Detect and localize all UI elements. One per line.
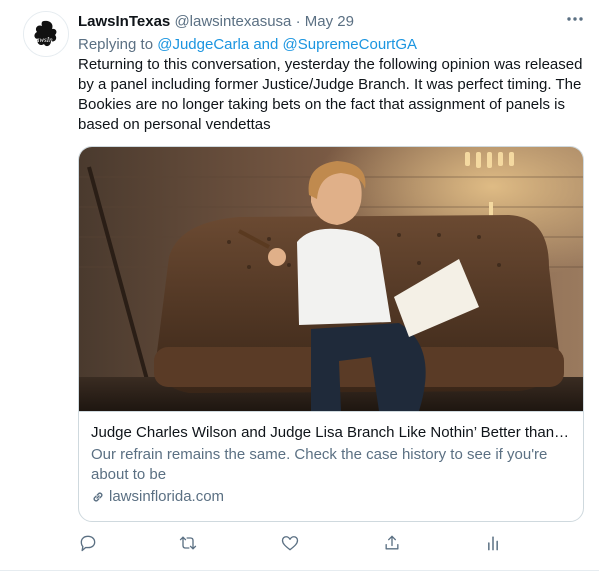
tweet-text-line: by a panel including former Justice/Judg… — [78, 76, 582, 93]
replying-conjunction[interactable]: and — [249, 36, 282, 53]
display-name[interactable]: LawsInTexas — [78, 13, 170, 30]
link-card[interactable]: Judge Charles Wilson and Judge Lisa Bran… — [78, 146, 584, 522]
svg-text:LawsIn: LawsIn — [31, 36, 53, 44]
reply-button[interactable] — [76, 531, 100, 555]
heart-icon — [281, 536, 299, 551]
card-domain: lawsinflorida.com — [91, 487, 575, 507]
card-title[interactable]: Judge Charles Wilson and Judge Lisa Bran… — [91, 423, 571, 443]
retweet-icon — [179, 536, 197, 550]
mention-judgecarla[interactable]: @JudgeCarla — [157, 36, 249, 53]
link-icon — [93, 492, 103, 502]
like-button[interactable] — [278, 531, 302, 555]
avatar[interactable]: LawsIn — [23, 11, 69, 57]
more-options-button[interactable] — [564, 8, 586, 30]
analytics-button[interactable] — [481, 531, 505, 555]
tweet-text-line: based on personal vendettas — [78, 116, 271, 133]
card-domain-text: lawsinflorida.com — [109, 488, 225, 505]
card-body: Judge Charles Wilson and Judge Lisa Bran… — [91, 423, 575, 507]
action-bar — [0, 531, 599, 557]
tweet-header: LawsInTexas @lawsintexasusa · May 29 — [78, 12, 354, 32]
woman-on-leather-sofa-photo — [79, 147, 583, 411]
tweet-date[interactable]: May 29 — [305, 13, 354, 30]
tweet-text: Returning to this conversation, yesterda… — [78, 55, 583, 135]
tweet-text-line: Returning to this conversation, yesterda… — [78, 56, 583, 73]
replying-to: Replying to @JudgeCarla and @SupremeCour… — [78, 35, 417, 55]
replying-prefix: Replying to — [78, 36, 158, 53]
share-icon — [385, 535, 399, 550]
tweet[interactable]: LawsIn LawsInTexas @lawsintexasusa · May… — [0, 0, 599, 572]
handle[interactable]: @lawsintexasusa — [174, 13, 291, 30]
retweet-button[interactable] — [176, 531, 200, 555]
mention-supremecourtga[interactable]: @SupremeCourtGA — [283, 36, 417, 53]
tweet-divider — [0, 570, 599, 571]
share-button[interactable] — [380, 531, 404, 555]
more-icon — [567, 17, 583, 21]
card-image[interactable] — [79, 147, 583, 412]
analytics-icon — [488, 536, 498, 551]
tweet-text-line: Bookies are no longer taking bets on the… — [78, 96, 565, 113]
avatar-logo-icon: LawsIn — [24, 12, 68, 56]
separator-dot: · — [295, 13, 301, 30]
reply-icon — [80, 535, 96, 552]
card-description: Our refrain remains the same. Check the … — [91, 446, 548, 483]
